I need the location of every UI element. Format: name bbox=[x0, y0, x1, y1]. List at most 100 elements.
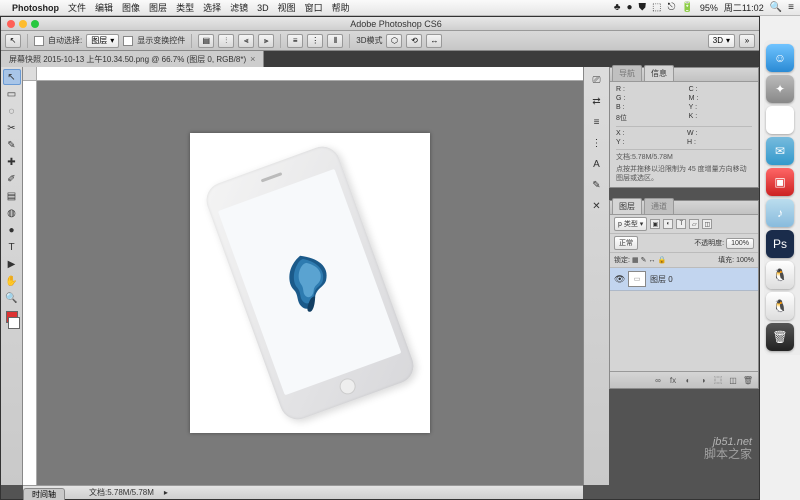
gradient-tool[interactable]: ◍ bbox=[3, 205, 21, 221]
chevron-right-icon[interactable]: ▸ bbox=[164, 488, 168, 497]
3d-button[interactable]: ⬡ bbox=[386, 34, 402, 48]
move-tool[interactable]: ↖ bbox=[3, 69, 21, 85]
menu-view[interactable]: 视图 bbox=[278, 1, 296, 14]
spotlight-icon[interactable]: 🔍 bbox=[770, 2, 782, 13]
zoom-tool[interactable]: 🔍 bbox=[3, 290, 21, 306]
panel-icon[interactable]: ✕ bbox=[588, 197, 606, 215]
3d-button[interactable]: ↔ bbox=[426, 34, 442, 48]
actions-icon[interactable]: ⇄ bbox=[588, 92, 606, 110]
lasso-tool[interactable]: ◌ bbox=[3, 103, 21, 119]
zoom-button[interactable] bbox=[31, 20, 39, 28]
layer-filter-select[interactable]: p 类型 ▾ bbox=[614, 217, 647, 231]
menu-help[interactable]: 帮助 bbox=[332, 1, 350, 14]
navigator-tab[interactable]: 导航 bbox=[612, 65, 642, 81]
notif-icon[interactable]: ≡ bbox=[788, 2, 794, 13]
hand-tool[interactable]: ✋ bbox=[3, 273, 21, 289]
adjustment-icon[interactable]: ◑ bbox=[697, 374, 709, 386]
brush-panel-icon[interactable]: ✎ bbox=[588, 176, 606, 194]
layers-empty-area[interactable] bbox=[610, 291, 758, 371]
qq-icon[interactable]: 🐧 bbox=[766, 292, 794, 320]
auto-select-dropdown[interactable]: 图层▾ bbox=[86, 34, 119, 48]
workspace-select[interactable]: 3D▾ bbox=[708, 34, 735, 48]
app-menu[interactable]: Photoshop bbox=[12, 3, 59, 13]
document-canvas[interactable] bbox=[190, 133, 430, 433]
align-button[interactable]: ⫶ bbox=[218, 34, 234, 48]
menu-3d[interactable]: 3D bbox=[257, 3, 269, 13]
lock-icon[interactable]: 🔒 bbox=[657, 256, 666, 264]
menu-window[interactable]: 窗口 bbox=[305, 1, 323, 14]
trash-icon[interactable]: 🗑 bbox=[742, 374, 754, 386]
filter-icon[interactable]: ◫ bbox=[702, 219, 712, 229]
search-button[interactable]: » bbox=[739, 34, 755, 48]
info-tab[interactable]: 信息 bbox=[644, 65, 674, 81]
finder-icon[interactable]: ☺ bbox=[766, 44, 794, 72]
fill-input[interactable]: 100% bbox=[736, 257, 754, 264]
ruler-horizontal[interactable] bbox=[37, 67, 583, 81]
align-button[interactable]: ⫸ bbox=[258, 34, 274, 48]
color-swatch[interactable] bbox=[4, 311, 20, 329]
lock-icon[interactable]: ✎ bbox=[641, 256, 647, 264]
stamp-tool[interactable]: ▤ bbox=[3, 188, 21, 204]
3d-button[interactable]: ⟲ bbox=[406, 34, 422, 48]
character-icon[interactable]: A bbox=[588, 155, 606, 173]
dodge-tool[interactable]: ● bbox=[3, 222, 21, 238]
filter-icon[interactable]: ▣ bbox=[650, 219, 660, 229]
folder-icon[interactable]: ⿴ bbox=[712, 374, 724, 386]
brush-tool[interactable]: ✐ bbox=[3, 171, 21, 187]
timeline-tab[interactable]: 时间轴 bbox=[23, 488, 65, 500]
link-layers-icon[interactable]: ∞ bbox=[652, 374, 664, 386]
menu-filter[interactable]: 滤镜 bbox=[230, 1, 248, 14]
opacity-input[interactable]: 100% bbox=[726, 238, 754, 249]
menu-edit[interactable]: 编辑 bbox=[95, 1, 113, 14]
type-tool[interactable]: T bbox=[3, 239, 21, 255]
filter-icon[interactable]: ◐ bbox=[663, 219, 673, 229]
photoshop-icon[interactable]: Ps bbox=[766, 230, 794, 258]
distribute-button[interactable]: ≡ bbox=[287, 34, 303, 48]
app-icon[interactable]: ✉ bbox=[766, 137, 794, 165]
history-icon[interactable]: ⎚ bbox=[588, 71, 606, 89]
menu-select[interactable]: 选择 bbox=[203, 1, 221, 14]
qq-icon[interactable]: 🐧 bbox=[766, 261, 794, 289]
layers-tab[interactable]: 图层 bbox=[612, 198, 642, 214]
doc-tab[interactable]: 屏幕快照 2015-10-13 上午10.34.50.png @ 66.7% (… bbox=[1, 51, 264, 67]
close-icon[interactable]: × bbox=[250, 54, 255, 64]
tool-preset-button[interactable]: ↖ bbox=[5, 34, 21, 48]
align-button[interactable]: ⫷ bbox=[238, 34, 254, 48]
lock-icon[interactable]: ▦ bbox=[632, 256, 639, 264]
canvas-viewport[interactable] bbox=[37, 81, 583, 485]
minimize-button[interactable] bbox=[19, 20, 27, 28]
filter-icon[interactable]: ▱ bbox=[689, 219, 699, 229]
properties-icon[interactable]: ≡ bbox=[588, 113, 606, 131]
app-icon[interactable]: ▣ bbox=[766, 168, 794, 196]
crop-tool[interactable]: ✂ bbox=[3, 120, 21, 136]
menu-type[interactable]: 类型 bbox=[176, 1, 194, 14]
channels-tab[interactable]: 通道 bbox=[644, 198, 674, 214]
layer-row[interactable]: 👁 ▭ 图层 0 bbox=[610, 268, 758, 291]
close-button[interactable] bbox=[7, 20, 15, 28]
menu-file[interactable]: 文件 bbox=[68, 1, 86, 14]
align-button[interactable]: ▤ bbox=[198, 34, 214, 48]
lock-icon[interactable]: ↔ bbox=[648, 257, 655, 264]
heal-tool[interactable]: ✚ bbox=[3, 154, 21, 170]
mask-icon[interactable]: ◐ bbox=[682, 374, 694, 386]
blend-mode-select[interactable]: 正常 bbox=[614, 236, 638, 250]
show-transform-checkbox[interactable] bbox=[123, 36, 133, 46]
new-layer-icon[interactable]: ◫ bbox=[727, 374, 739, 386]
eyedropper-tool[interactable]: ✎ bbox=[3, 137, 21, 153]
distribute-button[interactable]: ⫴ bbox=[327, 34, 343, 48]
visibility-icon[interactable]: 👁 bbox=[614, 274, 624, 285]
path-tool[interactable]: ▶ bbox=[3, 256, 21, 272]
filter-icon[interactable]: T bbox=[676, 219, 686, 229]
auto-select-checkbox[interactable] bbox=[34, 36, 44, 46]
fx-icon[interactable]: fx bbox=[667, 374, 679, 386]
trash-icon[interactable]: 🗑 bbox=[766, 323, 794, 351]
menu-image[interactable]: 图像 bbox=[122, 1, 140, 14]
menu-layer[interactable]: 图层 bbox=[149, 1, 167, 14]
layer-thumb[interactable]: ▭ bbox=[628, 271, 646, 287]
distribute-button[interactable]: ⋮ bbox=[307, 34, 323, 48]
panel-icon[interactable]: ⋮ bbox=[588, 134, 606, 152]
calendar-icon[interactable]: 18 bbox=[766, 106, 794, 134]
background-color[interactable] bbox=[8, 317, 20, 329]
app-icon[interactable]: ♪ bbox=[766, 199, 794, 227]
ruler-vertical[interactable] bbox=[23, 81, 37, 485]
